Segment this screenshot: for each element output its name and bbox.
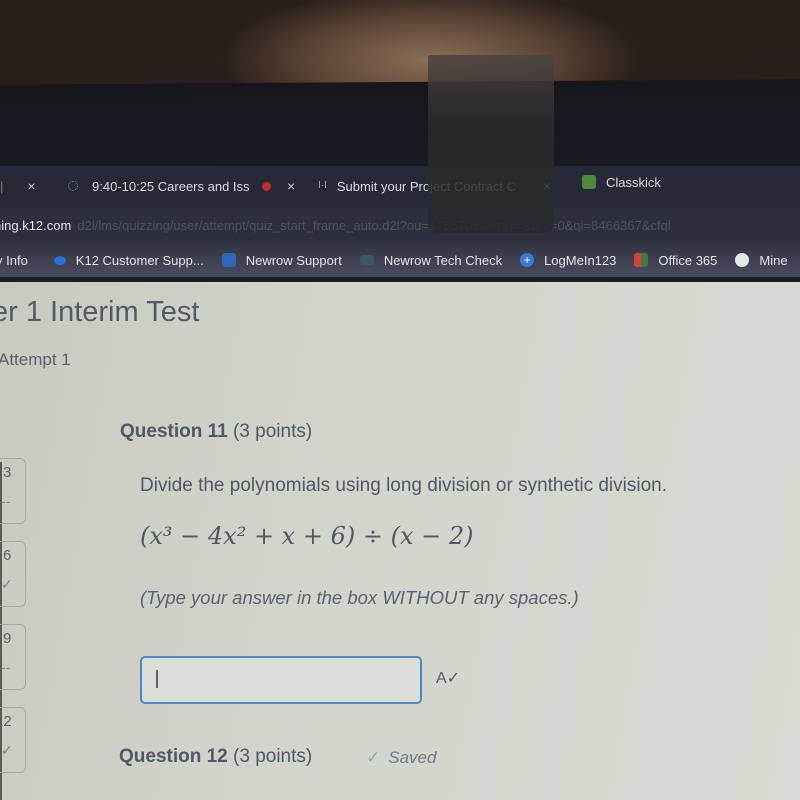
spellcheck-icon[interactable]: A✓ bbox=[436, 668, 460, 688]
check-icon: ✓ bbox=[366, 748, 381, 767]
answer-field-wrapper[interactable] bbox=[140, 656, 422, 704]
bookmark-label: y Info bbox=[0, 252, 28, 268]
question-nav-12[interactable]: 12 ✓ bbox=[0, 707, 26, 773]
unanswered-icon: -- bbox=[1, 659, 11, 675]
tab-label: Classkick bbox=[606, 174, 661, 190]
math-expression: (x³ − 4x² + x + 6) ÷ (x − 2) bbox=[140, 522, 474, 550]
question-number: Question 11 bbox=[120, 421, 228, 442]
newrow-icon bbox=[221, 253, 236, 267]
quiz-page: er 1 Interim Test Attempt 1 3 -- 6 ✓ 9 -… bbox=[0, 282, 800, 800]
check-icon: ✓ bbox=[1, 576, 13, 592]
classkick-icon bbox=[582, 175, 596, 189]
bookmark-newrow-tech[interactable]: Newrow Tech Check bbox=[359, 252, 503, 268]
monitor-bezel bbox=[0, 79, 800, 169]
logmein-icon: + bbox=[520, 253, 535, 267]
newrow-tech-icon bbox=[359, 255, 374, 265]
bookmark-label: K12 Customer Supp... bbox=[75, 252, 204, 268]
bookmark-k12[interactable]: K12 Customer Supp... bbox=[53, 252, 204, 268]
next-question-heading: Question 12 (3 points) bbox=[119, 746, 312, 768]
attempt-label: Attempt 1 bbox=[0, 350, 71, 369]
question-nav-number: 9 bbox=[3, 630, 12, 647]
address-bar[interactable]: ning.k12.com d2l/lms/quizzing/user/attem… bbox=[0, 208, 800, 243]
k12-icon bbox=[53, 255, 66, 265]
bookmark-newrow-support[interactable]: Newrow Support bbox=[221, 252, 342, 268]
question-text: Divide the polynomials using long divisi… bbox=[140, 475, 667, 496]
tab-0[interactable]: | × bbox=[0, 166, 36, 206]
question-nav-6[interactable]: 6 ✓ bbox=[0, 541, 26, 607]
bookmark-info[interactable]: y Info bbox=[0, 253, 28, 268]
url-path: d2l/lms/quizzing/user/attempt/quiz_start… bbox=[77, 218, 671, 233]
page-title: er 1 Interim Test bbox=[0, 296, 200, 328]
question-nav-9[interactable]: 9 -- bbox=[0, 624, 26, 690]
unanswered-icon: -- bbox=[1, 493, 11, 509]
bookmark-label: Newrow Support bbox=[245, 252, 342, 268]
tab-label: 9:40-10:25 Careers and Iss bbox=[92, 178, 250, 194]
question-nav-number: 6 bbox=[3, 547, 12, 564]
answer-input[interactable] bbox=[154, 658, 408, 700]
close-tab-icon[interactable]: × bbox=[287, 178, 295, 194]
bookmark-label: Office 365 bbox=[658, 252, 718, 268]
close-tab-icon[interactable]: × bbox=[27, 178, 35, 194]
bookmark-label: Mine bbox=[759, 252, 788, 268]
loading-icon bbox=[68, 181, 78, 191]
tab-classkick[interactable]: Classkick bbox=[582, 162, 661, 202]
text-cursor bbox=[156, 670, 158, 688]
bookmark-label: Newrow Tech Check bbox=[383, 252, 503, 268]
question-points: (3 points) bbox=[233, 746, 313, 767]
tab-careers[interactable]: 9:40-10:25 Careers and Iss × bbox=[66, 166, 295, 206]
bookmarks-bar: y Info K12 Customer Supp... Newrow Suppo… bbox=[0, 243, 800, 277]
check-icon: ✓ bbox=[1, 742, 13, 758]
question-nav-number: 3 bbox=[3, 464, 12, 481]
question-nav-3[interactable]: 3 -- bbox=[0, 458, 26, 524]
bookmark-logmein[interactable]: + LogMeIn123 bbox=[520, 253, 616, 268]
photo-background bbox=[0, 0, 800, 90]
question-heading: Question 11 (3 points) bbox=[120, 421, 312, 443]
globe-icon bbox=[735, 253, 750, 267]
question-number: Question 12 bbox=[119, 746, 228, 767]
saved-status: ✓ Saved bbox=[366, 748, 436, 768]
question-nav-number: 12 bbox=[0, 713, 12, 730]
page-icon: I·I bbox=[318, 180, 327, 191]
saved-label: Saved bbox=[388, 748, 437, 767]
url-host: ning.k12.com bbox=[0, 218, 72, 233]
office-icon bbox=[634, 253, 649, 267]
recording-dot-icon bbox=[262, 181, 271, 191]
bookmark-label: LogMeIn123 bbox=[544, 252, 617, 268]
tab-bar: | × 9:40-10:25 Careers and Iss × I·I Sub… bbox=[0, 166, 800, 208]
answer-hint: (Type your answer in the box WITHOUT any… bbox=[140, 587, 579, 608]
question-points: (3 points) bbox=[232, 421, 313, 442]
tape-on-bezel bbox=[428, 55, 554, 233]
bookmark-mine[interactable]: Mine bbox=[735, 252, 788, 268]
bookmark-office[interactable]: Office 365 bbox=[634, 253, 717, 268]
